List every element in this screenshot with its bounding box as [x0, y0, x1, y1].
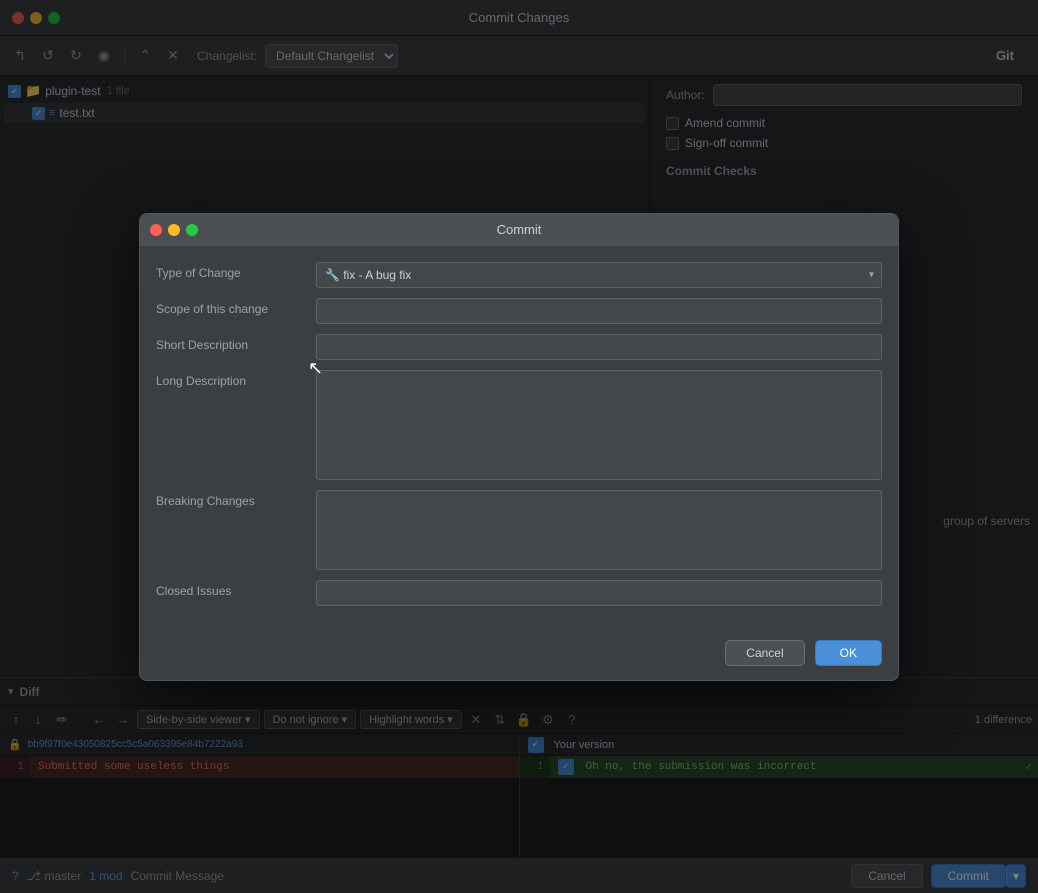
long-desc-textarea[interactable] — [316, 370, 882, 480]
dialog-title-bar: Commit — [140, 214, 898, 246]
dialog-window-controls — [150, 224, 198, 236]
dialog-title: Commit — [497, 222, 542, 237]
scope-label: Scope of this change — [156, 298, 316, 316]
dialog-maximize-button[interactable] — [186, 224, 198, 236]
closed-issues-label: Closed Issues — [156, 580, 316, 598]
scope-input[interactable] — [316, 298, 882, 324]
type-of-change-row: Type of Change 🔧 fix - A bug fix ✨ feat … — [156, 262, 882, 288]
dialog-close-button[interactable] — [150, 224, 162, 236]
breaking-changes-row: Breaking Changes — [156, 490, 882, 570]
closed-issues-input[interactable] — [316, 580, 882, 606]
dialog-body: Type of Change 🔧 fix - A bug fix ✨ feat … — [140, 246, 898, 632]
closed-issues-row: Closed Issues — [156, 580, 882, 606]
type-of-change-wrapper: 🔧 fix - A bug fix ✨ feat - A new feature… — [316, 262, 882, 288]
long-desc-row: Long Description — [156, 370, 882, 480]
breaking-changes-label: Breaking Changes — [156, 490, 316, 508]
short-desc-row: Short Description — [156, 334, 882, 360]
dialog-minimize-button[interactable] — [168, 224, 180, 236]
breaking-changes-textarea[interactable] — [316, 490, 882, 570]
short-desc-input[interactable] — [316, 334, 882, 360]
type-of-change-select[interactable]: 🔧 fix - A bug fix ✨ feat - A new feature… — [316, 262, 882, 288]
type-of-change-label: Type of Change — [156, 262, 316, 280]
long-desc-label: Long Description — [156, 370, 316, 388]
dialog-cancel-button[interactable]: Cancel — [725, 640, 804, 666]
commit-dialog: Commit Type of Change 🔧 fix - A bug fix … — [139, 213, 899, 681]
scope-row: Scope of this change — [156, 298, 882, 324]
dialog-ok-button[interactable]: OK — [815, 640, 882, 666]
dialog-footer: Cancel OK — [140, 632, 898, 680]
modal-overlay: Commit Type of Change 🔧 fix - A bug fix … — [0, 0, 1038, 893]
short-desc-label: Short Description — [156, 334, 316, 352]
